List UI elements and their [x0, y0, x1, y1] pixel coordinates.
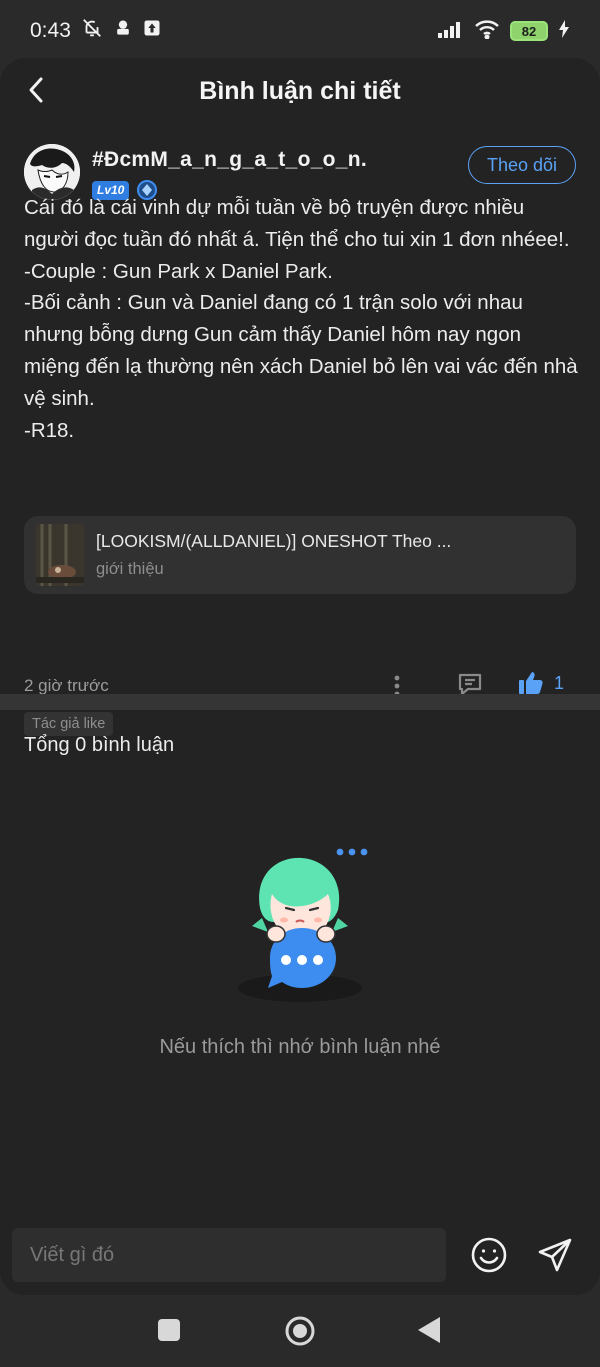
upload-icon — [143, 19, 161, 43]
wifi-icon — [474, 19, 500, 44]
system-nav-bar — [0, 1295, 600, 1367]
post-paragraph: -Couple : Gun Park x Daniel Park. — [24, 259, 333, 283]
comments-count-header: Tổng 0 bình luận — [24, 734, 175, 756]
page-title: Bình luận chi tiết — [199, 76, 401, 105]
app-notification-icon — [113, 18, 133, 44]
like-button[interactable]: 1 — [518, 670, 564, 696]
linked-story-title: [LOOKISM/(ALLDANIEL)] ONESHOT Theo ... — [96, 531, 452, 551]
post-paragraph: -Bối cảnh : Gun và Daniel đang có 1 trận… — [24, 291, 578, 410]
app-screen: Bình luận chi tiết #ĐcmM_a_n_g_a_t_o_o_n… — [0, 58, 600, 1295]
system-back-button[interactable] — [416, 1315, 442, 1345]
mute-notifications-icon — [81, 17, 103, 45]
section-divider — [0, 694, 600, 710]
chevron-left-icon — [29, 77, 43, 103]
linked-story-card[interactable]: [LOOKISM/(ALLDANIEL)] ONESHOT Theo ... g… — [24, 516, 576, 594]
comment-input[interactable] — [12, 1228, 446, 1282]
recent-apps-button[interactable] — [158, 1319, 180, 1341]
author-like-tag: Tác giả like — [24, 712, 114, 736]
comment-input-bar — [0, 1218, 600, 1288]
like-count: 1 — [554, 672, 565, 693]
follow-button[interactable]: Theo dõi — [468, 146, 576, 184]
post-paragraph: -R18. — [24, 418, 75, 442]
status-bar: 0:43 82 — [0, 0, 600, 62]
charging-icon — [558, 19, 570, 43]
empty-comments-text: Nếu thích thì nhớ bình luận nhé — [159, 1036, 441, 1058]
post-body: Cái đó là cái vinh dự mỗi tuần về bộ tru… — [24, 192, 580, 446]
status-bar-right: 82 — [438, 19, 570, 44]
author-name[interactable]: #ĐcmM_a_n_g_a_t_o_o_n. — [92, 148, 367, 172]
send-icon[interactable] — [536, 1236, 574, 1274]
status-time: 0:43 — [30, 19, 71, 42]
empty-comments-illustration — [230, 842, 370, 1002]
post-paragraph: Cái đó là cái vinh dự mỗi tuần về bộ tru… — [24, 196, 570, 251]
emoji-icon[interactable] — [470, 1236, 508, 1274]
linked-story-subtitle: giới thiệu — [96, 560, 164, 578]
back-button[interactable] — [16, 70, 56, 110]
status-bar-left: 0:43 — [30, 17, 161, 45]
home-button[interactable] — [284, 1315, 316, 1347]
battery-indicator: 82 — [510, 21, 548, 41]
thumbs-up-icon — [519, 672, 543, 694]
top-bar: Bình luận chi tiết — [0, 58, 600, 124]
post-time: 2 giờ trước — [24, 676, 109, 695]
signal-icon — [438, 20, 464, 43]
story-thumbnail — [36, 524, 84, 586]
